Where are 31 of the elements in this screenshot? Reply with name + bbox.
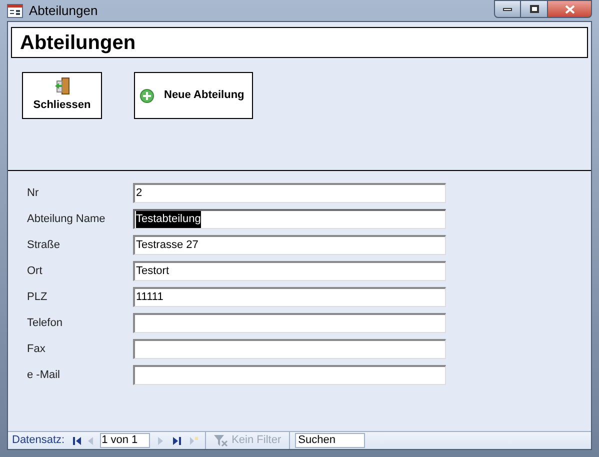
new-department-button[interactable]: Neue Abteilung xyxy=(134,72,253,119)
field-label: Straße xyxy=(27,238,62,253)
close-button[interactable] xyxy=(547,0,592,18)
door-exit-icon xyxy=(54,77,70,96)
maximize-button[interactable] xyxy=(521,0,547,18)
field-label: Ort xyxy=(27,264,44,279)
search-field[interactable]: Suchen xyxy=(295,433,366,448)
form-icon xyxy=(7,4,23,18)
field-label: Telefon xyxy=(27,316,64,331)
field-label: Abteilung Name xyxy=(27,212,106,227)
record-field[interactable]: 1 von 1 xyxy=(100,433,150,448)
text-field[interactable]: 11111 xyxy=(133,287,446,307)
text-field[interactable] xyxy=(133,365,446,385)
form-title: Abteilungen xyxy=(11,27,588,58)
field-label: PLZ xyxy=(27,290,48,305)
text-field[interactable]: Testabteilung xyxy=(133,209,446,229)
field-label: e -Mail xyxy=(27,368,62,383)
window-title: Abteilungen xyxy=(29,2,98,20)
field-label: Fax xyxy=(27,342,46,357)
text-field[interactable] xyxy=(133,339,446,359)
field-label: Nr xyxy=(27,186,40,201)
close-form-button[interactable]: Schliessen xyxy=(22,72,102,119)
text-field[interactable]: Testort xyxy=(133,261,446,281)
text-field[interactable] xyxy=(133,313,446,333)
record-label: Datensatz: xyxy=(11,433,66,448)
plus-circle-icon xyxy=(140,88,154,102)
text-field[interactable]: 2 xyxy=(133,183,446,203)
filter-clear-icon xyxy=(214,434,228,446)
text-field[interactable]: Testrasse 27 xyxy=(133,235,446,255)
minimize-button[interactable] xyxy=(494,0,521,18)
close-icon xyxy=(564,4,574,14)
